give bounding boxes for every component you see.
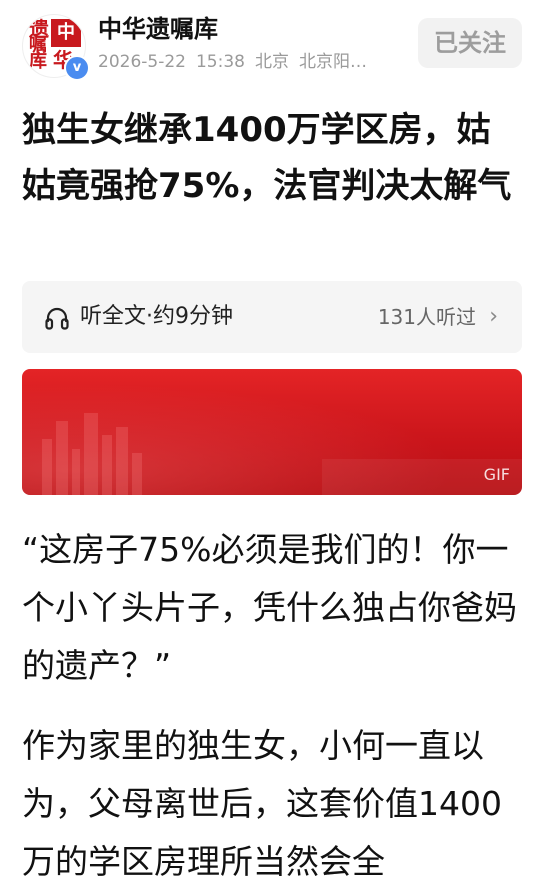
follow-button[interactable]: 已关注: [418, 18, 522, 68]
verified-icon: v: [64, 55, 90, 81]
post-time: 15:38: [195, 52, 245, 72]
article-header: 遗 中 嘱 库 华 v 中华遗嘱库 2026-5-22 15:38 北京 北京阳… 已…: [0, 0, 536, 92]
seal-char-box: 中: [51, 19, 81, 47]
account-name[interactable]: 中华遗嘱库: [98, 14, 218, 44]
gif-badge: GIF: [483, 465, 510, 484]
listen-full-text-bar[interactable]: 听全文·约9分钟 131人听过 ›: [22, 281, 522, 353]
chevron-right-icon: ›: [489, 304, 498, 329]
listen-label: 听全文·约9分钟: [80, 304, 233, 329]
seal-char: 库: [29, 51, 47, 72]
headphone-icon: [45, 307, 69, 330]
post-location: 北京: [254, 52, 289, 72]
article-title: 独生女继承1400万学区房，姑姑竟强抢75%，法官判决太解气: [22, 110, 512, 206]
post-date: 2026-5-22: [98, 52, 186, 72]
banner-skyline-graphic: [42, 413, 522, 495]
listen-count: 131人听过: [377, 305, 476, 329]
article-paragraph: 作为家里的独生女，小何一直以为，父母离世后，这套价值1400万的学区房理所当然会…: [22, 726, 502, 881]
post-location-detail: 北京阳…: [298, 52, 367, 72]
article-paragraph: “这房子75%必须是我们的！你一个小丫头片子，凭什么独占你爸妈的遗产？”: [22, 530, 517, 685]
post-meta: 2026-5-22 15:38 北京 北京阳…: [98, 50, 398, 74]
banner-image[interactable]: GIF: [22, 369, 522, 495]
